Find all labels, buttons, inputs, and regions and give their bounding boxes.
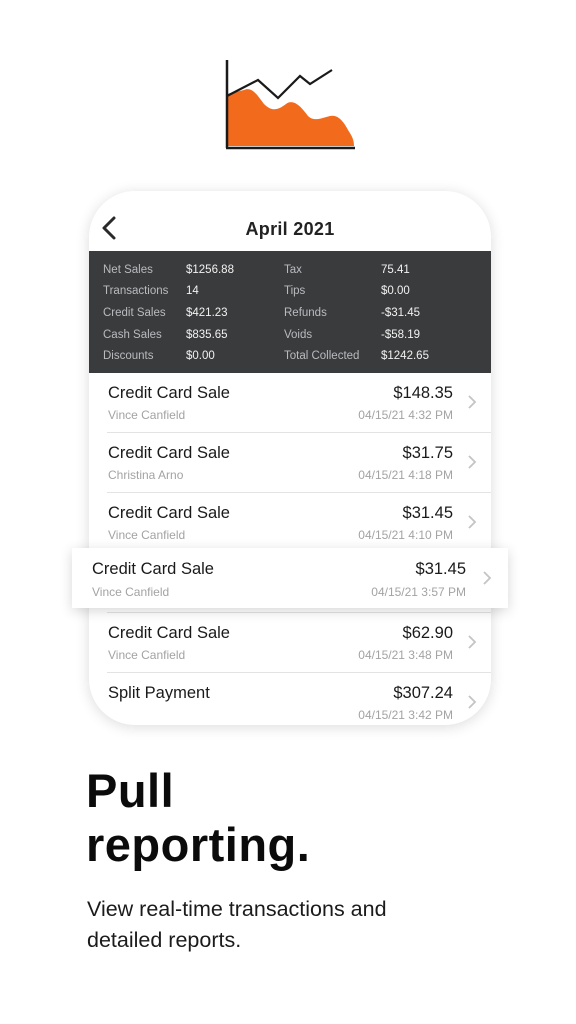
chevron-right-icon [468, 635, 477, 649]
summary-value: $421.23 [186, 306, 228, 319]
transaction-person: Vince Canfield [108, 408, 186, 422]
area-chart-icon [225, 60, 355, 150]
area-chart-fill [227, 89, 354, 146]
summary-label: Transactions [103, 285, 169, 298]
summary-value: -$58.19 [381, 328, 421, 341]
transaction-type: Credit Card Sale [92, 560, 214, 578]
summary-row: Cash Sales $835.65 Voids -$58.19 [89, 324, 491, 346]
chevron-right-icon [468, 455, 477, 469]
summary-row: Transactions 14 Tips $0.00 [89, 281, 491, 303]
transaction-amount: $31.75 [402, 444, 453, 462]
summary-row: Discounts $0.00 Total Collected $1242.65 [89, 345, 491, 367]
transaction-amount: $62.90 [402, 624, 453, 642]
summary-value: $0.00 [381, 285, 410, 298]
subtext: View real-time transactions and detailed… [87, 894, 487, 956]
summary-value: $1256.88 [186, 263, 234, 276]
subtext-line: detailed reports. [87, 928, 242, 952]
transaction-person: Vince Canfield [92, 585, 170, 599]
transaction-row-highlighted[interactable]: Credit Card Sale Vince Canfield $31.45 0… [72, 548, 508, 608]
summary-panel: Net Sales $1256.88 Tax 75.41 Transaction… [89, 251, 491, 373]
transaction-row[interactable]: Credit Card Sale Vince Canfield $62.90 0… [107, 613, 491, 673]
summary-value: $1242.65 [381, 350, 429, 363]
headline-line: reporting. [86, 818, 311, 871]
transaction-type: Credit Card Sale [108, 444, 230, 462]
chevron-right-icon [468, 695, 477, 709]
headline: Pull reporting. [86, 764, 310, 872]
transaction-person: Vince Canfield [108, 648, 186, 662]
transaction-type: Credit Card Sale [108, 504, 230, 522]
transaction-type: Credit Card Sale [108, 624, 230, 642]
summary-label: Voids [284, 328, 313, 341]
transaction-amount: $31.45 [415, 560, 466, 578]
transaction-time: 04/15/21 4:32 PM [358, 408, 453, 422]
chevron-right-icon [468, 515, 477, 529]
headline-line: Pull [86, 764, 175, 817]
transaction-amount: $148.35 [393, 384, 453, 402]
transaction-person: Christina Arno [108, 468, 184, 482]
summary-value: 75.41 [381, 263, 410, 276]
transaction-time: 04/15/21 3:57 PM [371, 585, 466, 599]
chevron-right-icon [468, 395, 477, 409]
transaction-row[interactable]: Split Payment $307.24 04/15/21 3:42 PM [107, 673, 491, 725]
summary-value: 14 [186, 285, 199, 298]
transaction-person: Vince Canfield [108, 528, 186, 542]
summary-value: -$31.45 [381, 306, 421, 319]
transaction-amount: $31.45 [402, 504, 453, 522]
summary-label: Credit Sales [103, 306, 166, 319]
page-title: April 2021 [245, 219, 335, 239]
summary-value: $835.65 [186, 328, 228, 341]
transaction-time: 04/15/21 3:48 PM [358, 648, 453, 662]
summary-label: Tips [284, 285, 306, 298]
summary-value: $0.00 [186, 350, 215, 363]
transaction-time: 04/15/21 4:10 PM [358, 528, 453, 542]
transaction-type: Split Payment [108, 684, 210, 702]
subtext-line: View real-time transactions and [87, 897, 387, 921]
transaction-time: 04/15/21 3:42 PM [358, 708, 453, 722]
transaction-row[interactable]: Credit Card Sale Vince Canfield $148.35 … [107, 373, 491, 433]
summary-label: Cash Sales [103, 328, 162, 341]
nav-bar: April 2021 [89, 191, 491, 251]
transaction-row[interactable]: Credit Card Sale Christina Arno $31.75 0… [107, 433, 491, 493]
transaction-amount: $307.24 [393, 684, 453, 702]
summary-row: Credit Sales $421.23 Refunds -$31.45 [89, 302, 491, 324]
summary-label: Net Sales [103, 263, 153, 276]
chevron-right-icon [483, 571, 492, 585]
summary-label: Discounts [103, 350, 154, 363]
transaction-type: Credit Card Sale [108, 384, 230, 402]
summary-label: Refunds [284, 306, 327, 319]
transaction-row[interactable]: Credit Card Sale Vince Canfield $31.45 0… [107, 493, 491, 553]
summary-label: Tax [284, 263, 302, 276]
phone-screen: April 2021 Net Sales $1256.88 Tax 75.41 … [89, 191, 491, 725]
summary-row: Net Sales $1256.88 Tax 75.41 [89, 259, 491, 281]
transaction-time: 04/15/21 4:18 PM [358, 468, 453, 482]
summary-label: Total Collected [284, 350, 360, 363]
